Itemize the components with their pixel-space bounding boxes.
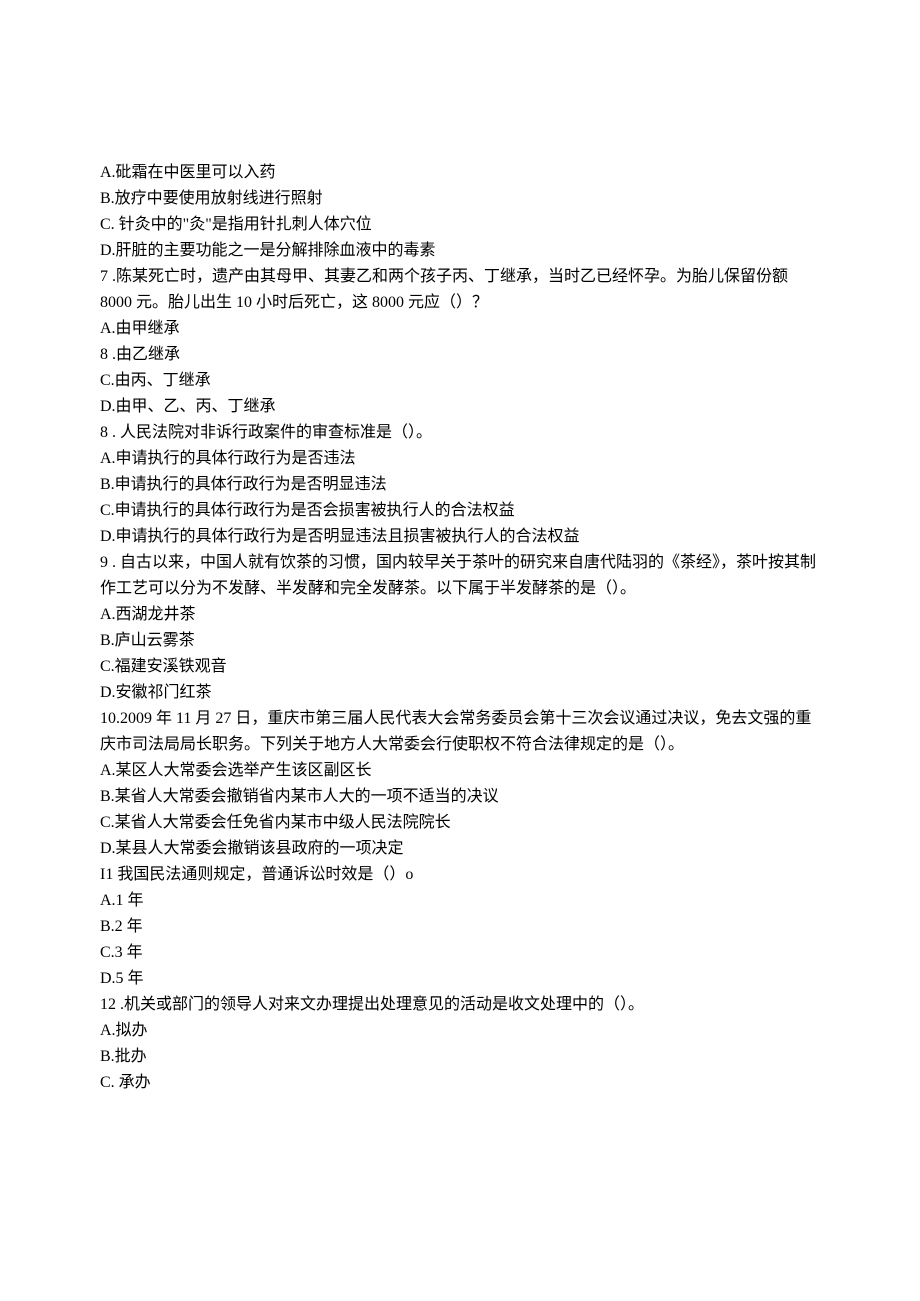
text-line: A.由甲继承 (100, 316, 820, 342)
text-line: D.5 年 (100, 966, 820, 992)
text-line: C.申请执行的具体行政行为是否会损害被执行人的合法权益 (100, 498, 820, 524)
text-line: D.肝脏的主要功能之一是分解排除血液中的毒素 (100, 238, 820, 264)
text-line: 12 .机关或部门的领导人对来文办理提出处理意见的活动是收文处理中的（）。 (100, 992, 820, 1018)
text-line: D.申请执行的具体行政行为是否明显违法且损害被执行人的合法权益 (100, 524, 820, 550)
text-line: I1 我国民法通则规定，普通诉讼时效是（）o (100, 862, 820, 888)
text-line: 7 .陈某死亡时，遗产由其母甲、其妻乙和两个孩子丙、丁继承，当时乙已经怀孕。为胎… (100, 264, 820, 316)
text-line: A.西湖龙井茶 (100, 602, 820, 628)
text-line: C.3 年 (100, 940, 820, 966)
document-page: A.砒霜在中医里可以入药 B.放疗中要使用放射线进行照射 C. 针灸中的"灸"是… (0, 0, 920, 1196)
text-line: B.放疗中要使用放射线进行照射 (100, 186, 820, 212)
text-line: C.福建安溪铁观音 (100, 654, 820, 680)
text-line: D.由甲、乙、丙、丁继承 (100, 394, 820, 420)
text-line: C.某省人大常委会任免省内某市中级人民法院院长 (100, 810, 820, 836)
text-line: C. 承办 (100, 1070, 820, 1096)
text-line: A.拟办 (100, 1018, 820, 1044)
text-line: 9 . 自古以来，中国人就有饮茶的习惯，国内较早关于茶叶的研究来自唐代陆羽的《茶… (100, 550, 820, 602)
text-line: C.由丙、丁继承 (100, 368, 820, 394)
text-line: C. 针灸中的"灸"是指用针扎刺人体穴位 (100, 212, 820, 238)
text-line: A.砒霜在中医里可以入药 (100, 160, 820, 186)
text-line: 8 . 人民法院对非诉行政案件的审查标准是（）。 (100, 420, 820, 446)
text-line: B.批办 (100, 1044, 820, 1070)
text-line: A.申请执行的具体行政行为是否违法 (100, 446, 820, 472)
text-line: A.1 年 (100, 888, 820, 914)
text-line: 8 .由乙继承 (100, 342, 820, 368)
text-line: 10.2009 年 11 月 27 日，重庆市第三届人民代表大会常务委员会第十三… (100, 706, 820, 758)
text-line: B.申请执行的具体行政行为是否明显违法 (100, 472, 820, 498)
text-line: B.庐山云雾茶 (100, 628, 820, 654)
text-line: D.某县人大常委会撤销该县政府的一项决定 (100, 836, 820, 862)
text-line: D.安徽祁门红茶 (100, 680, 820, 706)
text-line: B.2 年 (100, 914, 820, 940)
text-line: B.某省人大常委会撤销省内某市人大的一项不适当的决议 (100, 784, 820, 810)
text-line: A.某区人大常委会选举产生该区副区长 (100, 758, 820, 784)
